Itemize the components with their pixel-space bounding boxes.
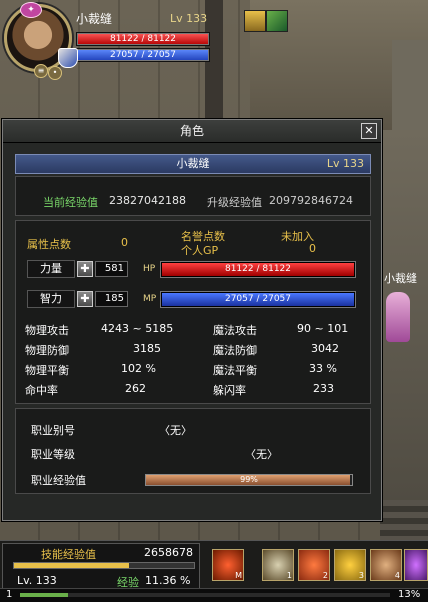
strip-fill xyxy=(20,593,69,597)
mp-text: 27057 / 27057 xyxy=(224,294,291,304)
exp-strip: 1 13% xyxy=(0,588,428,602)
slot-key: 4 xyxy=(394,571,400,580)
player-level: Lv 133 xyxy=(170,12,208,25)
stat-value: 4243 ~ 5185 xyxy=(101,322,174,335)
skill-exp-fill xyxy=(14,563,130,568)
settings-icon[interactable]: • xyxy=(48,66,62,80)
stat-label: 魔法攻击 xyxy=(213,324,257,337)
job-level-label: 职业等级 xyxy=(31,448,75,461)
next-exp-label: 升级经验值 xyxy=(207,196,262,209)
hud-level: Lv. 133 xyxy=(17,574,57,587)
skill-exp-value: 2658678 xyxy=(144,546,193,559)
hp-text: 81122 / 81122 xyxy=(224,264,291,274)
strength-plus-button[interactable]: ✚ xyxy=(77,261,93,277)
hp-tag: HP xyxy=(143,264,156,274)
strip-percent: 13% xyxy=(398,589,421,600)
hud-exp-value: 11.36 % xyxy=(145,574,191,587)
gp-value: 0 xyxy=(309,242,316,255)
intelligence-value: 185 xyxy=(95,291,128,307)
attr-points-value: 0 xyxy=(121,236,128,249)
job-exp-label: 职业经验值 xyxy=(31,474,86,487)
strip-bar xyxy=(20,593,390,597)
npc-character[interactable] xyxy=(386,292,410,342)
slot-key: M xyxy=(235,571,242,580)
fire-fist-icon[interactable]: M xyxy=(212,549,244,581)
skill-exp-bar xyxy=(13,562,195,569)
menu-icon[interactable]: ≡ xyxy=(34,64,48,78)
strip-number: 1 xyxy=(6,589,13,600)
player-hp-bar: 81122 / 81122 xyxy=(76,32,210,46)
stat-label: 物理攻击 xyxy=(25,324,69,337)
skill-exp-label: 技能经验值 xyxy=(41,548,96,561)
intelligence-plus-button[interactable]: ✚ xyxy=(77,291,93,307)
strength-label: 力量 xyxy=(27,260,75,278)
skill-exp-panel: 技能经验值 2658678 Lv. 133 经验 11.36 % xyxy=(2,543,200,591)
stat-label: 魔法防御 xyxy=(213,344,257,357)
flame-helm-icon[interactable]: 4 xyxy=(370,549,402,581)
mp-bar: 27057 / 27057 xyxy=(161,292,355,307)
intelligence-label: 智力 xyxy=(27,290,75,308)
next-exp-value: 209792846724 xyxy=(269,194,353,207)
stat-label: 躲闪率 xyxy=(213,384,246,397)
job-alias-label: 职业别号 xyxy=(31,424,75,437)
slot-key: 2 xyxy=(322,571,328,580)
npc-name: 小裁缝 xyxy=(384,272,417,285)
slot-key: 3 xyxy=(358,571,364,580)
helmet-icon[interactable]: 1 xyxy=(262,549,294,581)
job-exp-text: 99% xyxy=(240,475,258,484)
strength-value: 581 xyxy=(95,261,128,277)
stat-value: 3185 xyxy=(133,342,161,355)
stat-label: 魔法平衡 xyxy=(213,364,257,377)
stat-value: 90 ~ 101 xyxy=(297,322,349,335)
window-title: 角色 xyxy=(179,124,204,138)
stat-value: 233 xyxy=(313,382,334,395)
job-alias-value: 〈无〉 xyxy=(159,424,192,437)
gp-label: 个人GP xyxy=(181,244,219,257)
player-mp-bar: 27057 / 27057 xyxy=(76,48,210,62)
character-header: 小裁缝 Lv 133 xyxy=(15,154,371,174)
character-level: Lv 133 xyxy=(326,157,364,170)
shield-icon[interactable] xyxy=(58,48,78,68)
gold-mask-icon[interactable]: 3 xyxy=(334,549,366,581)
player-name: 小裁缝 xyxy=(76,12,113,26)
current-exp-label: 当前经验值 xyxy=(43,196,98,209)
player-hp-text: 81122 / 81122 xyxy=(109,34,176,44)
stat-value: 102 % xyxy=(121,362,156,375)
rank-badge-icon: ✦ xyxy=(20,2,42,18)
job-level-value: 〈无〉 xyxy=(245,448,278,461)
slot-key: 1 xyxy=(286,571,292,580)
close-button[interactable]: ✕ xyxy=(361,123,377,139)
character-name: 小裁缝 xyxy=(176,157,210,170)
window-titlebar[interactable]: 角色 ✕ xyxy=(3,120,381,143)
stat-value: 262 xyxy=(125,382,146,395)
job-exp-bar: 99% xyxy=(145,474,353,486)
stat-label: 物理防御 xyxy=(25,344,69,357)
stat-label: 命中率 xyxy=(25,384,58,397)
stat-value: 33 % xyxy=(309,362,337,375)
current-exp-value: 23827042188 xyxy=(109,194,186,207)
character-window: 角色 ✕ 小裁缝 Lv 133 当前经验值 23827042188 升级经验值 … xyxy=(2,119,382,521)
mp-tag: MP xyxy=(143,294,157,304)
sword-buff-icon[interactable] xyxy=(266,10,288,32)
player-mp-text: 27057 / 27057 xyxy=(109,50,176,60)
rage-face-icon[interactable]: 2 xyxy=(298,549,330,581)
stat-value: 3042 xyxy=(311,342,339,355)
hp-bar: 81122 / 81122 xyxy=(161,262,355,277)
purple-orb-icon[interactable] xyxy=(404,549,428,581)
treasure-chest-icon[interactable] xyxy=(244,10,266,32)
attr-points-label: 属性点数 xyxy=(27,238,71,251)
stat-label: 物理平衡 xyxy=(25,364,69,377)
